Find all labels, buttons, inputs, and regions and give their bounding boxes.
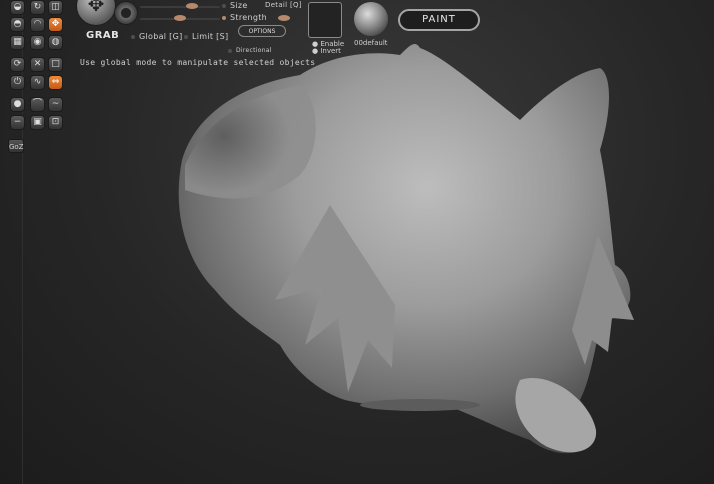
sculpt-model[interactable] [0, 0, 714, 484]
base-shadow [360, 399, 480, 411]
